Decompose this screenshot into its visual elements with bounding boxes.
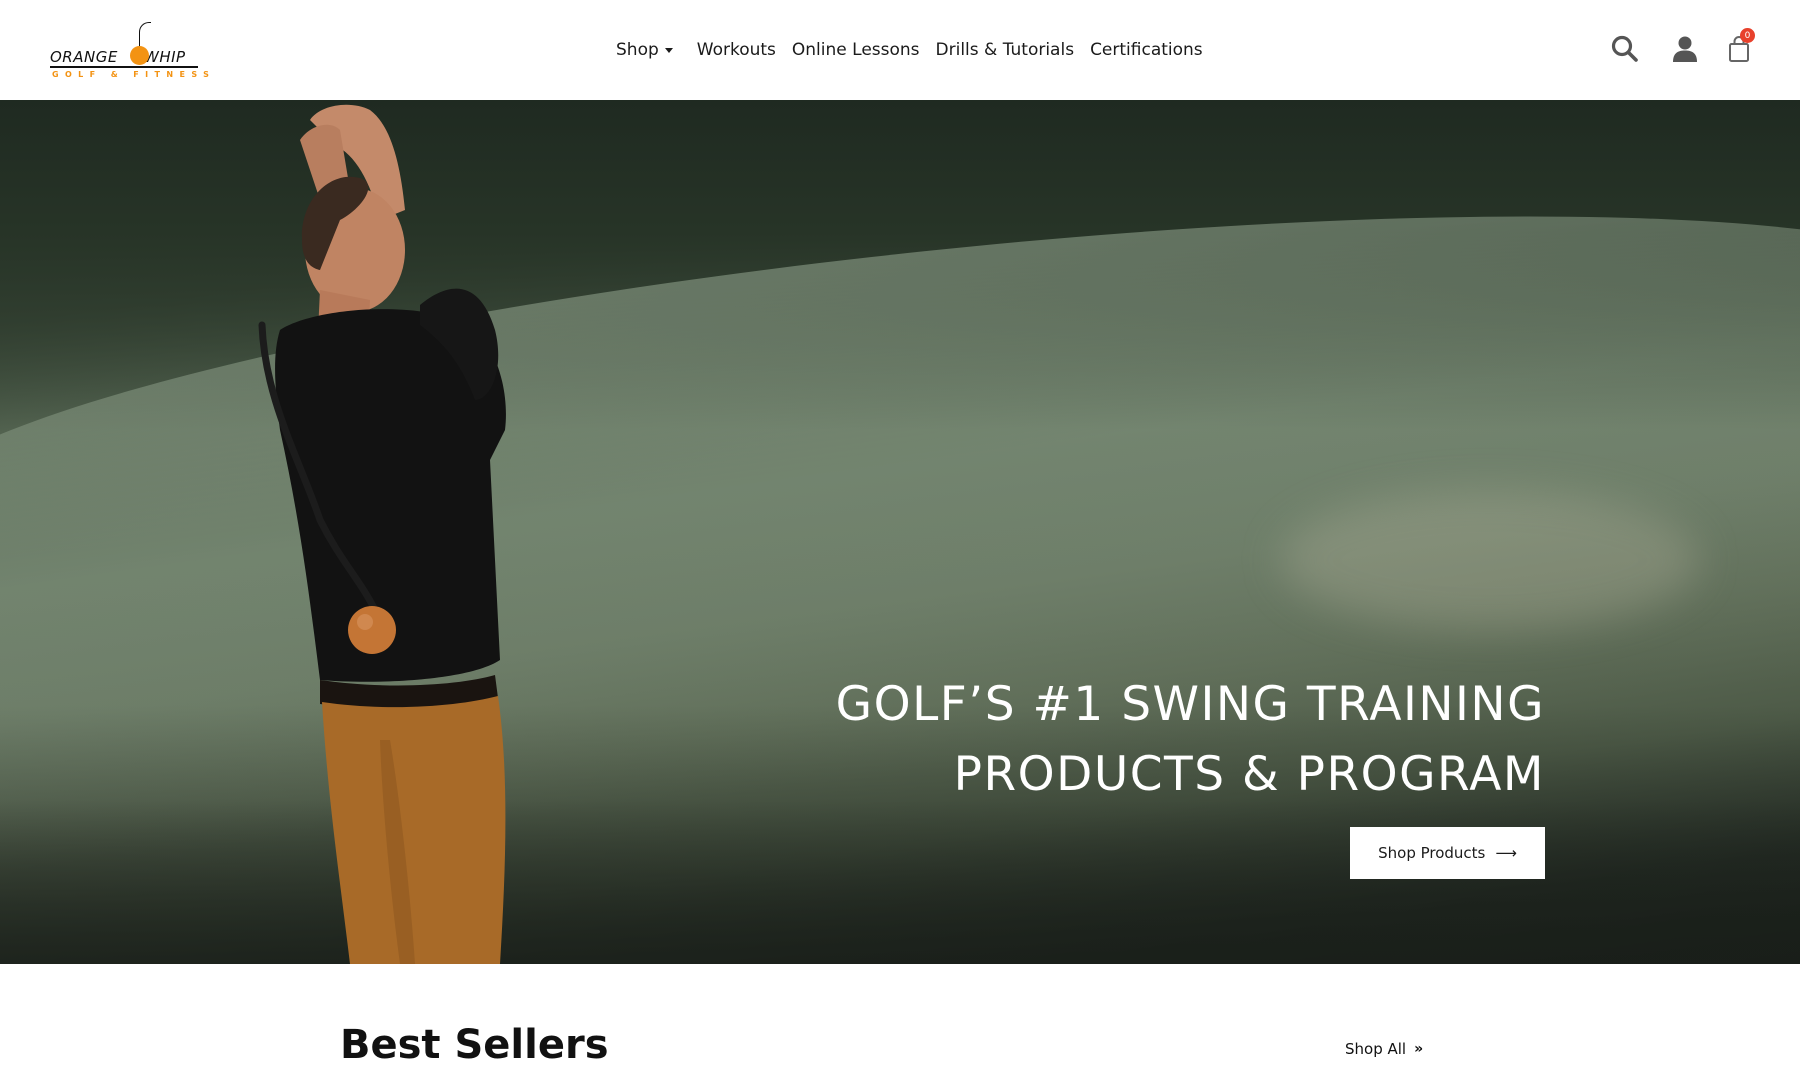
arrow-right-icon: ⟶ xyxy=(1495,844,1517,862)
shop-all-label: Shop All xyxy=(1345,1040,1407,1058)
shop-products-label: Shop Products xyxy=(1378,844,1486,862)
logo-wordmark: ORANGE WHIP xyxy=(50,48,185,66)
orange-whip-logo[interactable]: ORANGE WHIP GOLF & FITNESS xyxy=(50,20,209,82)
hero-banner: GOLF’S #1 SWING TRAINING PRODUCTS & PROG… xyxy=(0,100,1800,964)
nav-label-online-lessons: Online Lessons xyxy=(791,40,920,60)
nav-label-certifications: Certifications xyxy=(1090,40,1203,60)
nav-item-shop[interactable]: Shop xyxy=(616,40,673,60)
cart-count-badge: 0 xyxy=(1740,28,1755,43)
hero-headline-line1: GOLF’S #1 SWING TRAINING xyxy=(835,677,1545,732)
double-chevron-right-icon: » xyxy=(1414,1041,1424,1057)
hero-headline-line2: PRODUCTS & PROGRAM xyxy=(953,747,1545,802)
logo-underline xyxy=(50,66,198,68)
nav-label-shop: Shop xyxy=(616,40,659,60)
search-icon[interactable] xyxy=(1610,34,1640,64)
logo-word-whip: WHIP xyxy=(144,48,186,66)
nav-label-drills-tutorials: Drills & Tutorials xyxy=(935,40,1075,60)
site-header: ORANGE WHIP GOLF & FITNESS Shop Workouts… xyxy=(0,0,1800,100)
user-icon[interactable] xyxy=(1670,34,1700,64)
golfer-image xyxy=(258,104,506,964)
nav-item-drills-tutorials[interactable]: Drills & Tutorials xyxy=(936,40,1075,60)
shop-products-button[interactable]: Shop Products ⟶ xyxy=(1350,827,1545,879)
nav-item-online-lessons[interactable]: Online Lessons xyxy=(792,40,920,60)
nav-item-certifications[interactable]: Certifications xyxy=(1090,40,1203,60)
hero-headline: GOLF’S #1 SWING TRAINING PRODUCTS & PROG… xyxy=(836,670,1545,810)
logo-word-orange: ORANGE xyxy=(50,48,118,66)
nav-item-workouts[interactable]: Workouts xyxy=(697,40,776,60)
logo-tagline: GOLF & FITNESS xyxy=(52,70,216,79)
hero-background-light xyxy=(1280,490,1700,630)
main-nav: Shop Workouts Online Lessons Drills & Tu… xyxy=(616,38,1219,62)
logo-ball-icon xyxy=(130,46,149,65)
nav-label-workouts: Workouts xyxy=(696,40,776,60)
caret-down-icon xyxy=(664,47,673,53)
best-sellers-heading: Best Sellers xyxy=(340,1022,609,1068)
shop-all-link[interactable]: Shop All » xyxy=(1345,1040,1423,1058)
